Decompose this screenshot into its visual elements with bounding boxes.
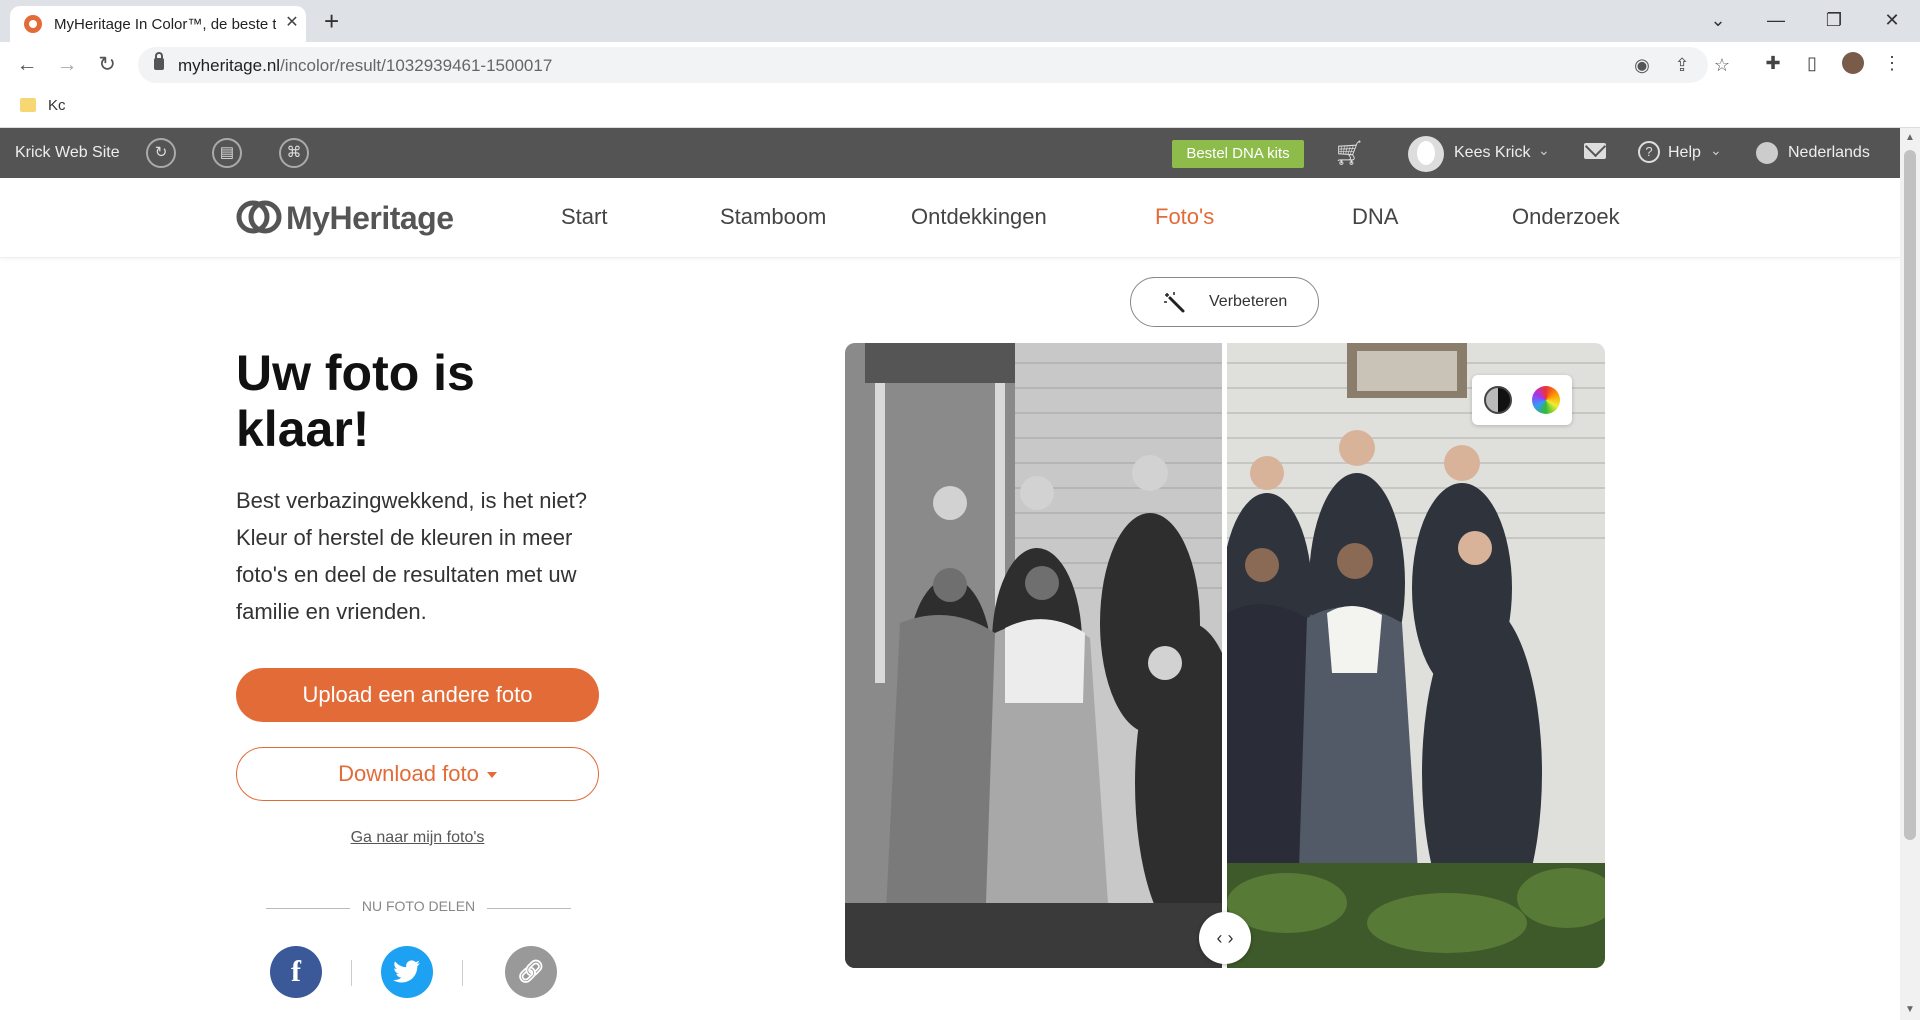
url-host: myheritage.nl [178,56,281,75]
globe-icon[interactable] [1756,142,1778,164]
bookmark-star-icon[interactable]: ☆ [1710,53,1734,77]
enhance-button[interactable]: Verbeteren [1130,277,1319,327]
compare-arrows-icon[interactable]: ‹ › [1199,912,1251,964]
chevron-down-icon[interactable]: ⌄ [1538,142,1550,159]
extensions-icon[interactable]: ✚ [1759,49,1787,77]
window-close-icon[interactable]: ✕ [1868,4,1916,36]
nav-onderzoek[interactable]: Onderzoek [1512,204,1620,230]
facebook-icon[interactable]: f [270,946,322,998]
restore-icon[interactable]: ❐ [1810,4,1858,36]
photo-compare-viewer[interactable]: ‹ › [845,343,1605,968]
myheritage-logo[interactable]: MyHeritage [286,200,454,237]
address-bar-row: ← → ↻ myheritage.nl/incolor/result/10329… [0,42,1920,88]
black-white-icon[interactable] [1484,386,1512,414]
magic-wand-icon [1164,292,1185,313]
nav-start[interactable]: Start [561,204,607,230]
url-field[interactable]: myheritage.nl/incolor/result/1032939461-… [138,47,1730,83]
main-navigation: MyHeritage Start Stamboom Ontdekkingen F… [0,178,1900,258]
intro-text: Best verbazingwekkend, is het niet? Kleu… [236,488,587,624]
mail-icon[interactable] [1584,143,1606,159]
scroll-down-icon[interactable]: ▼ [1904,1004,1916,1016]
bookmark-item[interactable]: Kc [48,97,66,114]
twitter-icon[interactable] [381,946,433,998]
colorized-photo [1227,343,1605,968]
document-icon[interactable]: ▤ [212,138,242,168]
tab-search-icon[interactable]: ⌄ [1694,4,1742,36]
bookmarks-bar: Kc [0,88,1920,128]
enhance-label: Verbeteren [1209,293,1288,310]
close-tab-icon[interactable]: ✕ [282,13,302,33]
minimize-icon[interactable]: — [1752,4,1800,36]
page-title: Uw foto is klaar! [236,345,475,457]
compare-divider[interactable] [1222,343,1227,968]
folder-icon [20,98,36,112]
caret-down-icon [486,772,497,779]
side-panel-icon[interactable]: ▯ [1798,49,1826,77]
share-label: NU FOTO DELEN [361,898,476,914]
reload-icon[interactable]: ↻ [92,50,122,80]
browser-tab-strip: MyHeritage In Color™, de beste t ✕ + ⌄ —… [0,0,1920,42]
order-dna-button[interactable]: Bestel DNA kits [1172,140,1304,168]
nav-stamboom[interactable]: Stamboom [720,204,826,230]
lock-icon [154,52,164,70]
scroll-up-icon[interactable]: ▲ [1904,132,1916,144]
new-tab-icon[interactable]: + [324,8,339,34]
original-photo [845,343,1223,968]
user-name-menu[interactable]: Kees Krick [1454,144,1530,162]
nav-fotos[interactable]: Foto's [1155,204,1214,230]
go-to-my-photos-link[interactable]: Ga naar mijn foto's [236,829,599,847]
download-photo-button[interactable]: Download foto [236,747,599,801]
user-avatar[interactable] [1408,136,1444,172]
eye-off-icon[interactable]: ◉ [1630,53,1654,77]
myheritage-logo-icon[interactable] [236,200,282,234]
site-toolbar: Krick Web Site ↻ ▤ ⌘ Bestel DNA kits 🛒︎ … [0,128,1900,178]
share-page-icon[interactable]: ⇪ [1670,53,1694,77]
browser-menu-icon[interactable]: ⋮ [1878,49,1906,77]
color-wheel-icon[interactable] [1532,386,1560,414]
forward-icon[interactable]: → [52,50,82,80]
browser-tab[interactable]: MyHeritage In Color™, de beste t ✕ [10,6,306,42]
url-path: /incolor/result/1032939461-1500017 [280,56,553,75]
chevron-down-icon[interactable]: ⌄ [1710,142,1722,159]
site-name-link[interactable]: Krick Web Site [15,144,120,162]
tree-icon[interactable]: ⌘ [279,138,309,168]
cart-icon[interactable]: 🛒︎ [1334,139,1364,168]
url-text: myheritage.nl/incolor/result/1032939461-… [178,56,552,76]
divider [351,960,352,986]
tab-title: MyHeritage In Color™, de beste t [54,16,276,33]
divider [462,960,463,986]
nav-ontdekkingen[interactable]: Ontdekkingen [911,204,1047,230]
scroll-thumb[interactable] [1904,150,1916,840]
nav-dna[interactable]: DNA [1352,204,1398,230]
page-scrollbar[interactable]: ▲ ▼ [1900,128,1920,1020]
upload-another-photo-button[interactable]: Upload een andere foto [236,668,599,722]
sync-icon[interactable]: ↻ [146,138,176,168]
download-photo-label: Download foto [338,761,479,786]
browser-profile-avatar[interactable] [1842,52,1864,74]
help-menu[interactable]: Help [1668,144,1701,162]
link-icon[interactable]: 🔗︎ [505,946,557,998]
back-icon[interactable]: ← [12,50,42,80]
myheritage-favicon-icon [24,15,42,33]
help-icon[interactable]: ? [1638,141,1660,163]
language-menu[interactable]: Nederlands [1788,144,1870,162]
color-mode-toggle [1472,375,1572,425]
